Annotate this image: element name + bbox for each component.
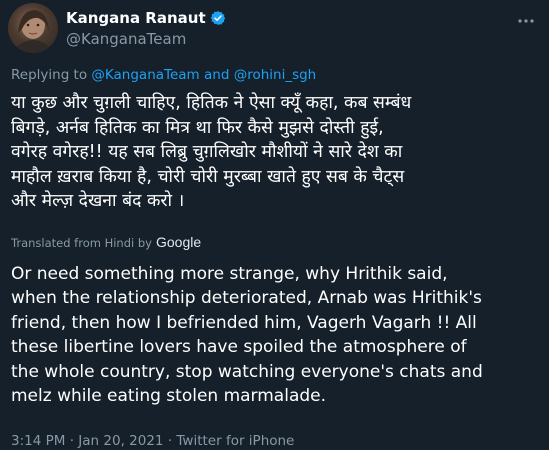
- tweet-metadata: 3:14 PM · Jan 20, 2021 · Twitter for iPh…: [11, 433, 294, 449]
- tweet-source[interactable]: Twitter for iPhone: [176, 433, 294, 449]
- tweet-line: और मेल्ज़ देखना बंद करो ।: [11, 191, 185, 212]
- avatar[interactable]: [8, 3, 58, 53]
- translation-line: friend, then how I befriended him, Vager…: [11, 312, 477, 333]
- tweet-line: माहौल ख़राब किया है, चोरी चोरी मुरब्बा ख…: [11, 166, 405, 187]
- replying-to: Replying to @KanganaTeam and @rohini_sgh: [11, 67, 316, 83]
- mention-link-1[interactable]: @KanganaTeam: [91, 67, 199, 83]
- mention-link-2[interactable]: @rohini_sgh: [234, 67, 317, 83]
- tweet-card: Kangana Ranaut @KanganaTeam Replying to …: [0, 0, 549, 450]
- meta-separator: ·: [167, 433, 173, 449]
- avatar-photo: [14, 10, 52, 53]
- author-handle[interactable]: @KanganaTeam: [66, 30, 186, 48]
- translation-line: the whole country, stop watching everyon…: [11, 361, 483, 382]
- meta-separator: ·: [69, 433, 74, 449]
- translation-line: when the relationship deteriorated, Arna…: [11, 288, 482, 309]
- translated-from-label: Translated from Hindi by: [11, 236, 152, 250]
- tweet-time[interactable]: 3:14 PM: [11, 433, 65, 449]
- verified-badge-icon: [210, 10, 226, 26]
- translation-line: these libertine lovers have spoiled the …: [11, 337, 467, 358]
- more-dots-icon[interactable]: [517, 10, 535, 28]
- replying-joiner: and: [204, 67, 230, 83]
- tweet-date[interactable]: Jan 20, 2021: [78, 433, 163, 449]
- tweet-text-original: या कुछ और चुग़ली चाहिए, हितिक ने ऐसा क्य…: [11, 91, 541, 214]
- tweet-line: वगेरह वगेरह!! यह सब लिब्रु चुग़लिखोर मौश…: [11, 142, 403, 163]
- tweet-text-translation: Or need something more strange, why Hrit…: [11, 262, 541, 408]
- replying-prefix: Replying to: [11, 67, 88, 83]
- translation-line: melz while eating stolen marmalade.: [11, 386, 327, 407]
- google-logo: Google: [155, 234, 202, 250]
- author-name[interactable]: Kangana Ranaut: [66, 9, 206, 27]
- author-name-row[interactable]: Kangana Ranaut: [66, 9, 226, 27]
- translation-attribution: Translated from Hindi by Google: [11, 234, 201, 250]
- tweet-line: बिगड़े, अर्नब हितिक का मित्र था फिर कैसे…: [11, 117, 384, 138]
- tweet-line: या कुछ और चुग़ली चाहिए, हितिक ने ऐसा क्य…: [11, 93, 412, 113]
- translation-line: Or need something more strange, why Hrit…: [11, 264, 448, 284]
